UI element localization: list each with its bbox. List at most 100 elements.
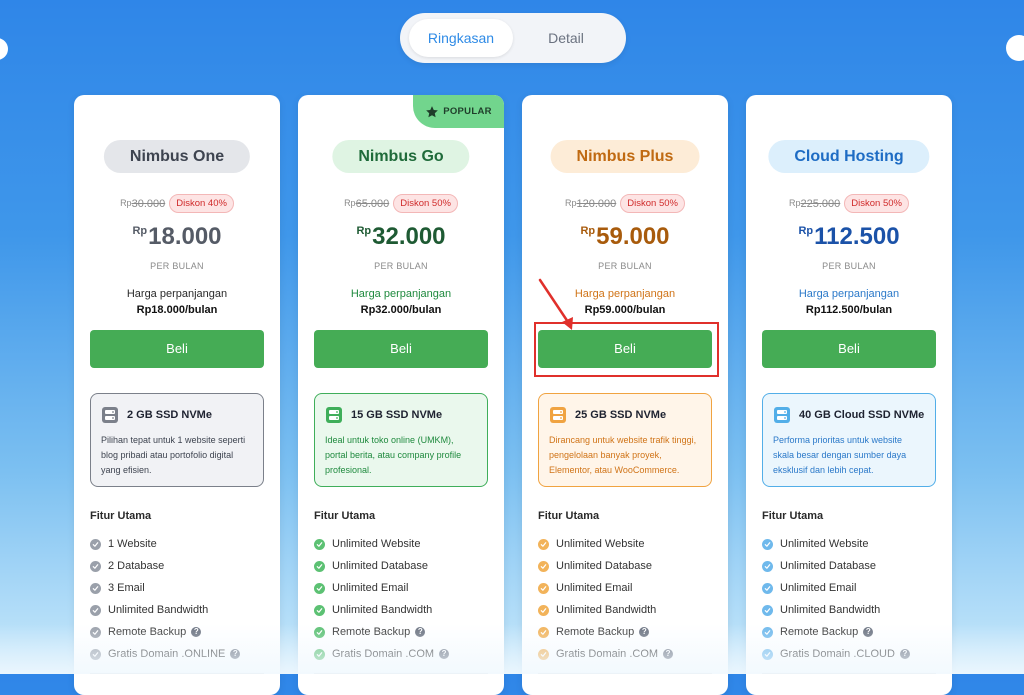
help-icon[interactable]: ? <box>663 649 674 659</box>
help-icon[interactable]: ? <box>639 627 650 637</box>
plan-name: Cloud Hosting <box>768 140 930 173</box>
help-icon[interactable]: ? <box>863 627 874 637</box>
check-icon <box>538 604 549 616</box>
price-amount: 112.500 <box>814 223 900 250</box>
feature-item: Remote Backup? <box>90 621 270 643</box>
feature-item: Unlimited Database <box>762 555 942 577</box>
currency-label: Rp <box>580 225 596 237</box>
storage-info-box: 25 GB SSD NVMe Dirancang untuk website tr… <box>538 393 712 487</box>
buy-button[interactable]: Beli <box>762 330 936 368</box>
check-icon <box>538 560 549 572</box>
feature-label: Unlimited Database <box>332 560 428 572</box>
storage-label: 25 GB SSD NVMe <box>575 409 667 421</box>
feature-item: Unlimited Email <box>314 577 494 599</box>
server-icon <box>549 406 567 424</box>
feature-label: Unlimited Database <box>780 560 876 572</box>
feature-label: Remote Backup <box>108 626 187 638</box>
renewal-label: Harga perpanjangan <box>798 288 900 300</box>
feature-list: Unlimited Website Unlimited Database Unlim… <box>314 533 494 665</box>
original-price-amount: 225.000 <box>800 197 841 210</box>
feature-item: Unlimited Database <box>538 555 718 577</box>
check-icon <box>538 626 549 638</box>
check-icon <box>762 604 773 616</box>
view-toggle: Ringkasan Detail <box>400 13 626 63</box>
help-icon[interactable]: ? <box>191 627 202 637</box>
help-icon[interactable]: ? <box>899 649 910 659</box>
original-price: Rp225.000 Diskon 50% <box>746 194 952 213</box>
feature-item: Gratis Domain .ONLINE? <box>90 643 270 665</box>
storage-label: 15 GB SSD NVMe <box>351 409 443 421</box>
check-icon <box>314 604 325 616</box>
feature-label: Unlimited Email <box>780 582 857 594</box>
feature-item: Remote Backup? <box>538 621 718 643</box>
feature-label: 2 Database <box>108 560 165 572</box>
price-period: PER BULAN <box>598 261 652 271</box>
plan-name: Nimbus Go <box>332 140 470 173</box>
check-icon <box>762 582 773 594</box>
currency-label: Rp <box>344 197 356 208</box>
check-icon <box>538 648 549 660</box>
discount-badge: Diskon 50% <box>393 194 458 213</box>
price: Rp59.000 <box>522 223 728 251</box>
feature-list: Unlimited Website Unlimited Database Unlim… <box>762 533 942 665</box>
plan-description: Performa prioritas untuk website skala b… <box>773 435 907 475</box>
check-icon <box>314 560 325 572</box>
star-icon <box>426 105 439 117</box>
feature-label: Remote Backup <box>780 626 859 638</box>
discount-badge: Diskon 40% <box>169 194 234 213</box>
storage-info-box: 40 GB Cloud SSD NVMe Performa prioritas u… <box>762 393 936 487</box>
feature-item: Unlimited Bandwidth <box>314 599 494 621</box>
check-icon <box>90 648 101 660</box>
feature-label: Gratis Domain .CLOUD <box>780 648 895 660</box>
arrow-annotation-icon <box>538 278 573 330</box>
help-icon[interactable]: ? <box>230 649 241 659</box>
original-price-amount: 30.000 <box>131 197 166 210</box>
pricing-card: Cloud Hosting Rp225.000 Diskon 50% Rp112.50… <box>746 95 952 695</box>
renewal-price: Rp18.000/bulan <box>136 304 218 316</box>
pricing-card: Nimbus One Rp30.000 Diskon 40% Rp18.000 PER … <box>74 95 280 695</box>
help-icon[interactable]: ? <box>415 627 426 637</box>
feature-item: Unlimited Bandwidth <box>762 599 942 621</box>
feature-item: Gratis Domain .COM? <box>538 643 718 665</box>
feature-label: Unlimited Website <box>556 538 645 550</box>
feature-label: Unlimited Bandwidth <box>108 604 209 616</box>
feature-item: Unlimited Email <box>762 577 942 599</box>
renewal-label: Harga perpanjangan <box>126 288 228 300</box>
feature-label: Unlimited Database <box>556 560 652 572</box>
popular-badge: POPULAR <box>413 95 504 128</box>
plan-description: Pilihan tepat untuk 1 website seperti bl… <box>101 435 246 475</box>
buy-button[interactable]: Beli <box>314 330 488 368</box>
tab-detail[interactable]: Detail <box>518 19 614 57</box>
buy-button[interactable]: Beli <box>90 330 264 368</box>
feature-label: Gratis Domain .COM <box>332 648 435 660</box>
pricing-card: POPULAR Nimbus Go Rp65.000 Diskon 50% Rp32.0… <box>298 95 504 695</box>
original-price: Rp30.000 Diskon 40% <box>74 194 280 213</box>
storage-info-box: 15 GB SSD NVMe Ideal untuk toko online (U… <box>314 393 488 487</box>
pricing-card: Nimbus Plus Rp120.000 Diskon 50% Rp59.000 PE… <box>522 95 728 695</box>
check-icon <box>90 626 101 638</box>
price: Rp18.000 <box>74 223 280 251</box>
features-title: Fitur Utama <box>314 510 376 522</box>
price-amount: 59.000 <box>596 223 670 250</box>
check-icon <box>314 648 325 660</box>
check-icon <box>90 604 101 616</box>
discount-badge: Diskon 50% <box>844 194 909 213</box>
plan-description: Ideal untuk toko online (UMKM), portal b… <box>325 435 462 475</box>
feature-label: Unlimited Email <box>556 582 633 594</box>
help-icon[interactable]: ? <box>439 649 450 659</box>
features-title: Fitur Utama <box>90 510 152 522</box>
check-icon <box>314 538 325 550</box>
popular-badge-label: POPULAR <box>443 106 492 117</box>
price: Rp112.500 <box>746 223 952 251</box>
carousel-prev-dot[interactable] <box>0 38 8 60</box>
tab-ringkasan[interactable]: Ringkasan <box>409 19 513 57</box>
feature-label: Unlimited Bandwidth <box>556 604 657 616</box>
discount-badge: Diskon 50% <box>620 194 685 213</box>
feature-item: Remote Backup? <box>314 621 494 643</box>
carousel-next-dot[interactable] <box>1006 35 1024 61</box>
original-price: Rp120.000 Diskon 50% <box>522 194 728 213</box>
server-icon <box>101 406 119 424</box>
feature-label: Remote Backup <box>332 626 411 638</box>
feature-label: Unlimited Email <box>332 582 409 594</box>
plan-name: Nimbus Plus <box>550 140 700 173</box>
